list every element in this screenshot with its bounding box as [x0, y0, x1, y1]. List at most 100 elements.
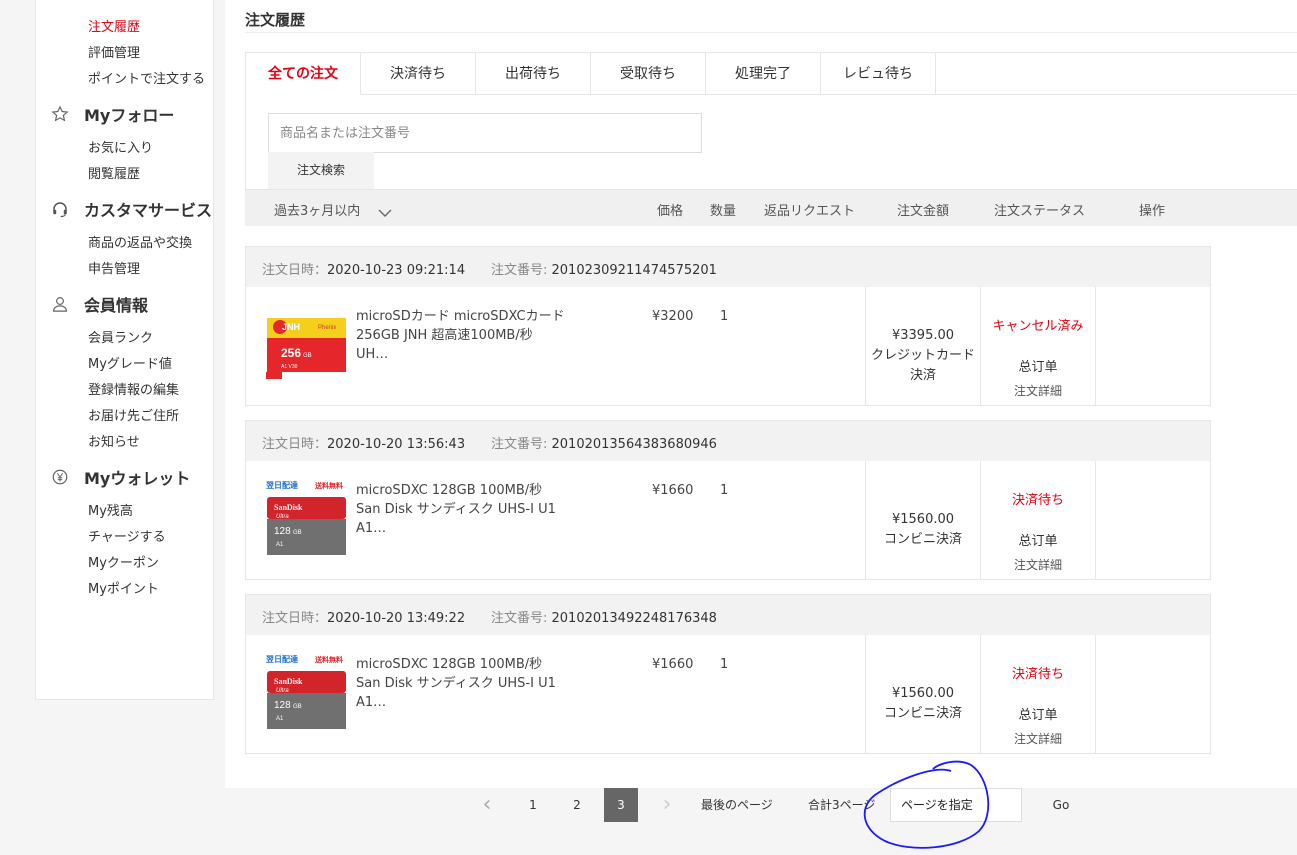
- order-detail-link[interactable]: 注文詳細: [981, 382, 1095, 399]
- order-search-button[interactable]: 注文検索: [268, 152, 374, 189]
- thumb-capacity: 128: [274, 700, 291, 711]
- col-status: 注文ステータス: [994, 204, 1086, 219]
- page-2-button[interactable]: 2: [560, 788, 594, 822]
- thumb-extra: A1: [276, 716, 284, 722]
- product-name[interactable]: microSDXC 128GB 100MB/秒 San Disk サンディスク …: [356, 481, 566, 538]
- sidebar-item-reviews[interactable]: 評価管理: [88, 42, 140, 61]
- unit-price: ¥1660: [652, 657, 694, 672]
- order-number-label: 注文番号:: [491, 437, 552, 452]
- order-date-value: 2020-10-23 09:21:14: [327, 263, 466, 278]
- headset-icon: [50, 199, 70, 219]
- star-icon: [50, 104, 70, 124]
- product-name[interactable]: microSDXC 128GB 100MB/秒 San Disk サンディスク …: [356, 655, 566, 712]
- thumb-unit: GB: [303, 353, 312, 359]
- sidebar-item-point-order[interactable]: ポイントで注文する: [88, 68, 205, 87]
- col-price: 価格: [657, 204, 684, 219]
- period-filter[interactable]: 過去3ヶ月以内: [274, 200, 392, 219]
- thumb-badge-nextday: 翌日配達: [266, 480, 298, 490]
- order-date-label: 注文日時：: [262, 611, 328, 626]
- sidebar-item-edit-profile[interactable]: 登録情報の編集: [88, 379, 179, 398]
- order-date-label: 注文日時：: [262, 437, 328, 452]
- divider: [1095, 461, 1096, 579]
- tab-awaiting-receipt[interactable]: 受取待ち: [591, 53, 706, 95]
- section-member-heading: 会員情報: [84, 296, 149, 315]
- product-name[interactable]: microSDカード microSDXCカード 256GB JNH 超高速100…: [356, 307, 566, 364]
- thumb-brand: SanDisk: [274, 503, 303, 512]
- sidebar-item-balance[interactable]: My残高: [88, 500, 133, 519]
- order-detail-link[interactable]: 注文詳細: [981, 730, 1095, 747]
- thumb-unit: GB: [293, 530, 302, 536]
- order-number-label: 注文番号:: [491, 611, 552, 626]
- section-service: カスタマサービス: [50, 197, 212, 221]
- order-total: ¥1560.00: [891, 686, 955, 701]
- col-qty: 数量: [710, 204, 737, 219]
- sidebar-item-charge[interactable]: チャージする: [88, 526, 166, 545]
- sidebar-item-address[interactable]: お届け先ご住所: [88, 405, 179, 424]
- payment-method: コンビニ決済: [883, 532, 962, 547]
- order-tabs-panel: 全ての注文 決済待ち 出荷待ち 受取待ち 処理完了 レビュ待ち: [245, 52, 1297, 190]
- order-card: 注文日時：2020-10-20 13:56:43 注文番号: 201020135…: [245, 420, 1211, 580]
- order-date: 注文日時：2020-10-20 13:49:22: [262, 607, 465, 626]
- page-number-input[interactable]: [890, 788, 1022, 822]
- section-follow: Myフォロー: [50, 102, 174, 126]
- order-date: 注文日時：2020-10-20 13:56:43: [262, 433, 465, 452]
- sidebar-item-coupons[interactable]: Myクーポン: [88, 552, 159, 571]
- order-total: ¥3395.00: [891, 328, 955, 343]
- total-pages: 合計3ページ: [808, 798, 876, 812]
- order-search-input[interactable]: [268, 113, 702, 153]
- order-total: ¥1560.00: [891, 512, 955, 527]
- sidebar-item-rank[interactable]: 会員ランク: [88, 327, 153, 346]
- divider: [1095, 287, 1096, 405]
- thumb-brand: SanDisk: [274, 677, 303, 686]
- chevron-down-icon: [378, 209, 392, 217]
- user-icon: [50, 294, 70, 314]
- sidebar-item-notices[interactable]: お知らせ: [88, 431, 140, 450]
- thumb-extra: A1 V30: [281, 364, 298, 370]
- tab-completed[interactable]: 処理完了: [706, 53, 821, 95]
- order-date-label: 注文日時：: [262, 263, 328, 278]
- unit-price: ¥3200: [652, 309, 694, 324]
- page-title: 注文履歴: [245, 11, 306, 29]
- page-3-button[interactable]: 3: [604, 788, 638, 822]
- sidebar-item-browse-history[interactable]: 閲覧履歴: [88, 163, 140, 182]
- tab-all-orders[interactable]: 全ての注文: [246, 53, 361, 95]
- title-divider: [245, 32, 1297, 33]
- product-image[interactable]: 翌日配達 送料無料 SanDisk Ultra 128 GB A1: [266, 653, 347, 733]
- product-image[interactable]: JNH Phenix 256 GB A1 V30: [266, 315, 347, 379]
- order-summary-link[interactable]: 总订单: [981, 530, 1095, 549]
- last-page-button[interactable]: 最後のページ: [701, 788, 773, 822]
- tab-awaiting-shipment[interactable]: 出荷待ち: [476, 53, 591, 95]
- next-page-button[interactable]: ›: [652, 788, 682, 822]
- tab-bar: 全ての注文 決済待ち 出荷待ち 受取待ち 処理完了 レビュ待ち: [246, 53, 936, 95]
- divider: [1095, 635, 1096, 753]
- sidebar-item-favorites[interactable]: お気に入り: [88, 137, 153, 156]
- thumb-extra: A1: [276, 542, 284, 548]
- order-date: 注文日時：2020-10-23 09:21:14: [262, 259, 465, 278]
- sidebar-item-order-history[interactable]: 注文履歴: [88, 16, 140, 35]
- order-summary-link[interactable]: 总订单: [981, 704, 1095, 723]
- product-image[interactable]: 翌日配達 送料無料 SanDisk Ultra 128 GB A1: [266, 479, 347, 559]
- section-service-heading: カスタマサービス: [84, 201, 213, 220]
- order-card: 注文日時：2020-10-20 13:49:22 注文番号: 201020134…: [245, 594, 1211, 754]
- quantity: 1: [720, 309, 729, 324]
- tab-awaiting-payment[interactable]: 決済待ち: [361, 53, 476, 95]
- thumb-sub: Ultra: [276, 514, 289, 520]
- thumb-badge-freeship: 送料無料: [314, 481, 343, 490]
- sidebar-item-reports[interactable]: 申告管理: [88, 258, 140, 277]
- page-1-button[interactable]: 1: [516, 788, 550, 822]
- col-action: 操作: [1139, 204, 1166, 219]
- order-summary-link[interactable]: 总订单: [981, 356, 1095, 375]
- thumb-capacity: 128: [274, 526, 291, 537]
- tab-divider: [936, 94, 1297, 95]
- go-button[interactable]: Go: [1046, 788, 1076, 822]
- sidebar-item-returns[interactable]: 商品の返品や交換: [88, 232, 192, 251]
- order-detail-link[interactable]: 注文詳細: [981, 556, 1095, 573]
- sidebar-item-grade[interactable]: Myグレード値: [88, 353, 172, 372]
- prev-page-button[interactable]: ‹: [472, 788, 502, 822]
- order-number-value: 20102013492248176348: [551, 611, 717, 626]
- sidebar-item-points[interactable]: Myポイント: [88, 578, 159, 597]
- main-panel: 注文履歴 全ての注文 決済待ち 出荷待ち 受取待ち 処理完了 レビュ待ち 注文検…: [225, 0, 1297, 788]
- order-header: 注文日時：2020-10-20 13:56:43 注文番号: 201020135…: [246, 421, 1210, 461]
- tab-awaiting-review[interactable]: レビュ待ち: [821, 53, 936, 95]
- thumb-brand: JNH: [282, 322, 300, 332]
